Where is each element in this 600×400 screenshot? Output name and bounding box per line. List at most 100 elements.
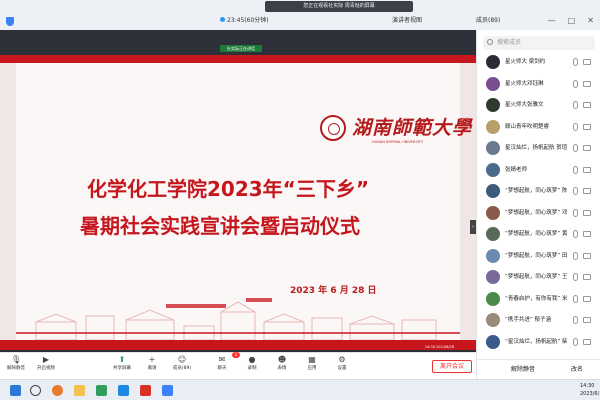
microphone-muted-icon <box>573 208 578 217</box>
university-logo-text: 湖南師範大學 <box>352 117 473 139</box>
member-row[interactable]: 星火师大邓钰琳 <box>477 74 600 96</box>
member-name: “梦想起航，同心筑梦” 陈曦 <box>505 188 567 194</box>
member-row[interactable]: “梦想起航，同心筑梦” 田佳思 <box>477 246 600 268</box>
shared-screen-area: 社实际正在讲话 湖南師範大學 HUNAN NORMAL UNIVERSITY 化… <box>0 30 476 352</box>
member-name: 星火师大 梁剑约 <box>505 59 546 65</box>
members-header: 成员(89) <box>476 17 501 24</box>
camera-off-icon <box>583 252 591 259</box>
search-placeholder: 搜索成员 <box>497 39 522 46</box>
member-list: 星火师大 梁剑约星火师大邓钰琳 星火师大张雅文颇山青年吹明楚睿星汉灿烂，扬帆起航 … <box>477 52 600 353</box>
apps-icon: ▦ <box>308 355 316 364</box>
member-row[interactable]: 颇山青年吹明楚睿 <box>477 117 600 139</box>
member-search-input[interactable]: 搜索成员 <box>483 36 595 50</box>
presentation-slide: 湖南師範大學 HUNAN NORMAL UNIVERSITY 化学化工学院202… <box>0 55 476 350</box>
avatar <box>486 270 500 284</box>
microphone-muted-icon <box>573 294 578 303</box>
toolbar-button-label: 成员(89) <box>172 366 192 371</box>
slide-bottom-border <box>0 340 476 350</box>
app-icon[interactable] <box>118 385 129 396</box>
meeting-toolbar: 🎙 解除静音 ▶ 开启视频 ⬆ 共享屏幕 + 邀请 ☺ 成员(89) ✉ 聊天 ● 录制 ☻ 表情 ▦ 应用 ⚙ 设置… <box>0 352 476 379</box>
camera-off-icon <box>583 274 591 280</box>
microphone-muted-icon <box>573 101 578 109</box>
toolbar-button[interactable]: ☺ 成员(89) <box>168 353 196 380</box>
member-row[interactable]: “星汉灿烂，扬帆起航” 柴晗 <box>477 332 600 354</box>
camera-off-icon <box>583 209 591 216</box>
close-icon[interactable]: ✕ <box>587 16 594 25</box>
microphone-muted-icon <box>573 187 578 195</box>
slide-top-border <box>0 55 476 63</box>
slide-title-line1: 化学化工学院2023年“三下乡” <box>87 177 369 201</box>
member-row[interactable]: “梦想起航，同心筑梦” 陈曦 <box>477 181 600 203</box>
member-row[interactable]: “携手共进” 郁子涵 <box>477 310 600 332</box>
window-controls: — □ ✕ <box>548 16 594 25</box>
member-row[interactable]: “梦想起航，同心筑梦” 邓航徊 <box>477 203 600 225</box>
mute-all-button[interactable]: 解除静音 <box>511 360 535 380</box>
camera-off-icon <box>583 166 591 173</box>
toolbar-button[interactable]: + 邀请 <box>138 353 166 380</box>
toolbar-button-label: 开启视频 <box>37 366 55 371</box>
member-row[interactable]: “青春启护，有你有我” 米婷惜 <box>477 289 600 311</box>
maximize-icon[interactable]: □ <box>568 16 576 25</box>
app-icon[interactable] <box>96 385 107 396</box>
rename-button[interactable]: 改名 <box>571 360 583 380</box>
timer-text: 23:45(60分钟) <box>227 17 269 24</box>
microphone-muted-icon <box>573 122 578 131</box>
shield-icon[interactable] <box>6 17 14 26</box>
microphone-muted-icon <box>573 58 578 66</box>
microphone-muted-icon <box>573 79 578 88</box>
invite-icon: + <box>148 355 156 364</box>
app-icon[interactable] <box>140 385 151 396</box>
microphone-muted-icon <box>573 337 578 346</box>
campus-skyline-illustration <box>16 298 460 340</box>
member-name: “携手共进” 郁子涵 <box>505 317 551 323</box>
member-row[interactable]: “梦想起航，同心筑梦” 黄佳敏 <box>477 224 600 246</box>
toolbar-button[interactable]: ● 录制 <box>238 353 266 380</box>
member-name: 颇山青年吹明楚睿 <box>505 123 550 130</box>
avatar <box>486 55 500 69</box>
member-row[interactable]: 星火师大张雅文 <box>477 95 600 117</box>
toolbar-button[interactable]: ▦ 应用 <box>298 353 326 380</box>
browser-icon[interactable] <box>52 385 63 396</box>
member-row[interactable]: “梦想起航，同心筑梦” 王荧 <box>477 267 600 289</box>
member-name: “星汉灿烂，扬帆起航” 柴晗 <box>505 338 567 345</box>
member-name: 张婧老师 <box>505 166 528 173</box>
toolbar-button[interactable]: ☻ 表情 <box>268 353 296 380</box>
camera-off-icon <box>583 80 591 87</box>
member-row[interactable]: 星汉灿烂，扬帆起航 贺瑄 <box>477 138 600 160</box>
minimize-icon[interactable]: — <box>548 16 556 25</box>
member-row[interactable]: 张婧老师 <box>477 160 600 182</box>
leave-meeting-button[interactable]: 离开会议 <box>432 360 472 373</box>
avatar <box>486 76 500 91</box>
avatar <box>486 162 500 177</box>
member-name: “梦想起航，同心筑梦” 田佳思 <box>505 252 567 259</box>
member-name: 星汉灿烂，扬帆起航 贺瑄 <box>505 145 567 151</box>
member-name: “梦想起航，同心筑梦” 黄佳敏 <box>505 231 567 237</box>
slide-timestamp: 14:30 2023/6/28 <box>424 345 454 349</box>
toolbar-button[interactable]: ⚙ 设置 <box>328 353 356 380</box>
speaker-view-button[interactable]: 演讲者视图 <box>392 16 422 26</box>
microphone-muted-icon <box>573 273 578 281</box>
search-taskbar-icon[interactable] <box>30 385 41 396</box>
start-menu-icon[interactable] <box>10 385 21 396</box>
file-explorer-icon[interactable] <box>74 385 85 396</box>
avatar <box>486 119 500 134</box>
members-panel: 搜索成员 星火师大 梁剑约星火师大邓钰琳 星火师大张雅文颇山青年吹明楚睿星汉灿烂，… <box>476 30 600 379</box>
windows-taskbar: 14:30 2023/6/ <box>0 379 600 400</box>
meeting-app-icon[interactable] <box>162 385 173 396</box>
search-icon <box>487 39 493 45</box>
toolbar-button-label: 邀请 <box>147 366 157 371</box>
clock-time: 14:30 <box>580 383 595 389</box>
toolbar-button-label: 应用 <box>307 366 317 371</box>
toolbar-button[interactable]: ✉ 聊天 <box>208 353 236 380</box>
meeting-timer: 23:45(60分钟) <box>220 16 269 26</box>
toolbar-button-label: 表情 <box>277 366 287 371</box>
camera-off-icon <box>583 231 591 237</box>
avatar <box>486 98 500 112</box>
member-row[interactable]: 星火师大 梁剑约 <box>477 52 600 74</box>
avatar <box>486 291 500 306</box>
toolbar-button[interactable]: ▶ 开启视频 <box>32 353 60 380</box>
members-panel-footer: 解除静音 改名 <box>477 359 600 379</box>
toolbar-button[interactable]: ⬆ 共享屏幕 <box>108 353 136 380</box>
toolbar-button[interactable]: 🎙 解除静音 <box>2 353 30 380</box>
camera-off-icon <box>583 123 591 130</box>
